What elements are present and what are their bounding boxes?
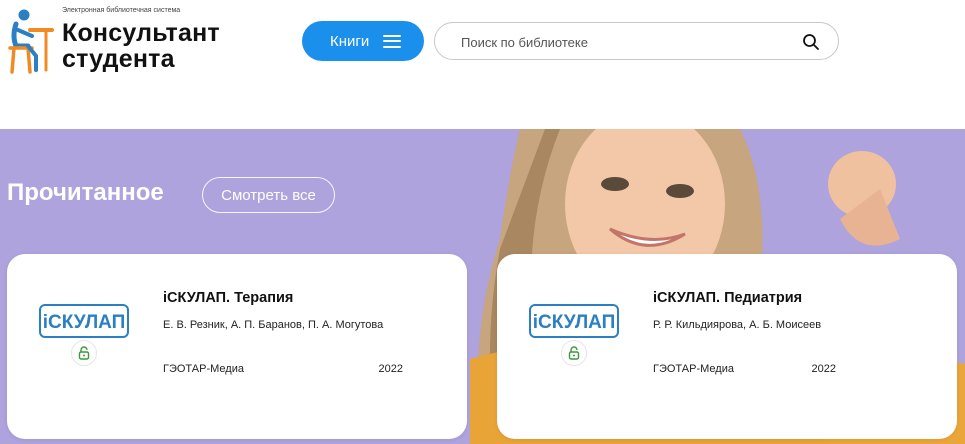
book-year: 2022 — [811, 363, 836, 375]
site-logo[interactable]: Электронная библиотечная система Консуль… — [6, 6, 246, 78]
student-figure-icon — [8, 9, 54, 74]
book-authors: Е. В. Резник, А. П. Баранов, П. А. Могут… — [163, 319, 384, 331]
book-title[interactable]: iСКУЛАП. Терапия — [163, 290, 293, 306]
book-cover-logo: iСКУЛАП — [39, 304, 129, 338]
logo-subtitle: Электронная библиотечная система — [62, 7, 181, 14]
view-all-button[interactable]: Смотреть все — [202, 177, 335, 213]
search-input[interactable] — [461, 32, 781, 52]
search-icon[interactable] — [802, 33, 820, 51]
book-card[interactable]: iСКУЛАП iСКУЛАП. Педиатрия Р. Р. Кильдия… — [497, 254, 957, 439]
unlock-icon — [568, 346, 580, 360]
book-cover-text: iСКУЛАП — [533, 312, 616, 333]
book-publisher: ГЭОТАР-Медиа — [653, 363, 734, 375]
book-cover-text: iСКУЛАП — [43, 312, 126, 333]
books-button-label: Книги — [330, 32, 370, 50]
recently-read-section: Прочитанное Смотреть все iСКУЛАП iСКУЛАП… — [0, 129, 965, 444]
site-header: Электронная библиотечная система Консуль… — [0, 0, 965, 129]
logo-title: Консультант студента — [62, 19, 220, 73]
book-cover-logo: iСКУЛАП — [529, 304, 619, 338]
book-publisher: ГЭОТАР-Медиа — [163, 363, 244, 375]
book-year: 2022 — [378, 363, 403, 375]
search-box — [434, 22, 839, 60]
books-menu-button[interactable]: Книги — [302, 21, 424, 61]
access-badge — [71, 340, 97, 366]
section-title: Прочитанное — [7, 179, 164, 206]
access-badge — [561, 340, 587, 366]
book-title[interactable]: iСКУЛАП. Педиатрия — [653, 290, 802, 306]
book-authors: Р. Р. Кильдиярова, А. Б. Моисеев — [653, 319, 822, 331]
unlock-icon — [78, 346, 90, 360]
menu-icon — [383, 34, 402, 48]
book-card[interactable]: iСКУЛАП iСКУЛАП. Терапия Е. В. Резник, А… — [7, 254, 467, 439]
